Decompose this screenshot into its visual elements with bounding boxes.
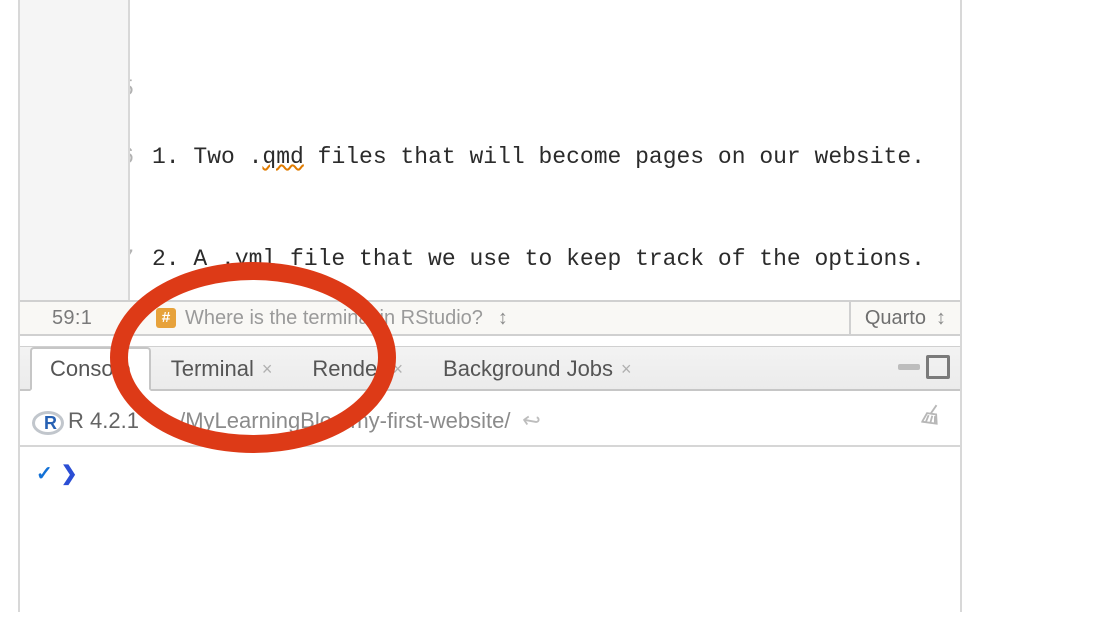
line-number: 35 (130, 72, 134, 106)
share-icon[interactable]: ↪ (520, 407, 543, 436)
tab-label: Background Jobs (443, 356, 613, 382)
tab-background-jobs[interactable]: Background Jobs × (423, 347, 652, 391)
tab-terminal[interactable]: Terminal × (151, 347, 293, 391)
close-icon[interactable]: × (621, 359, 632, 380)
tabstrip: Console Terminal × Render × Background J… (20, 347, 960, 391)
separator: · (147, 408, 158, 434)
filetype-selector[interactable]: Quarto ↕ (849, 302, 960, 334)
maximize-icon[interactable] (926, 355, 950, 379)
app-frame: 35 361. Two .qmd files that will become … (18, 0, 962, 612)
line-number: 36 (130, 140, 134, 174)
r-version: R 4.2.1 (68, 408, 139, 434)
pane-window-controls (898, 355, 950, 379)
outline-chunk[interactable]: # Where is the terminal in RStudio? ↕ (148, 302, 516, 334)
hash-icon: # (156, 308, 176, 328)
r-logo-icon (34, 410, 60, 432)
console-info-bar: R 4.2.1 · ~/MyLearningBlog/my-first-webs… (20, 391, 960, 447)
line-gutter (20, 0, 130, 300)
tab-console[interactable]: Console (30, 347, 151, 391)
minimize-icon[interactable] (898, 364, 920, 370)
chunk-nav-updown-icon[interactable]: ↕ (498, 307, 508, 330)
working-dir[interactable]: ~/MyLearningBlog/my-first-website/ (166, 408, 510, 434)
editor-status-bar: 59:1 # Where is the terminal in RStudio?… (20, 300, 960, 336)
tab-label: Console (50, 356, 131, 382)
line-number: 37 (130, 242, 134, 276)
updown-icon: ↕ (936, 307, 946, 330)
tab-render[interactable]: Render × (292, 347, 423, 391)
close-icon[interactable]: × (393, 359, 404, 380)
prompt-check-icon: ✓ (36, 464, 53, 487)
bottom-pane: Console Terminal × Render × Background J… (20, 346, 960, 635)
spell-warn: qmd (262, 144, 303, 170)
cursor-position: 59:1 (20, 307, 148, 330)
close-icon[interactable]: × (262, 359, 273, 380)
console-body[interactable]: ✓❯ (20, 447, 960, 635)
clear-console-icon[interactable] (920, 402, 946, 433)
tab-label: Terminal (171, 356, 254, 382)
prompt-arrow-icon: ❯ (61, 464, 78, 487)
chunk-label: Where is the terminal in RStudio? (185, 307, 483, 330)
filetype-label: Quarto (865, 307, 926, 330)
code-area[interactable]: 35 361. Two .qmd files that will become … (130, 0, 960, 300)
tab-label: Render (312, 356, 384, 382)
source-editor[interactable]: 35 361. Two .qmd files that will become … (20, 0, 960, 300)
